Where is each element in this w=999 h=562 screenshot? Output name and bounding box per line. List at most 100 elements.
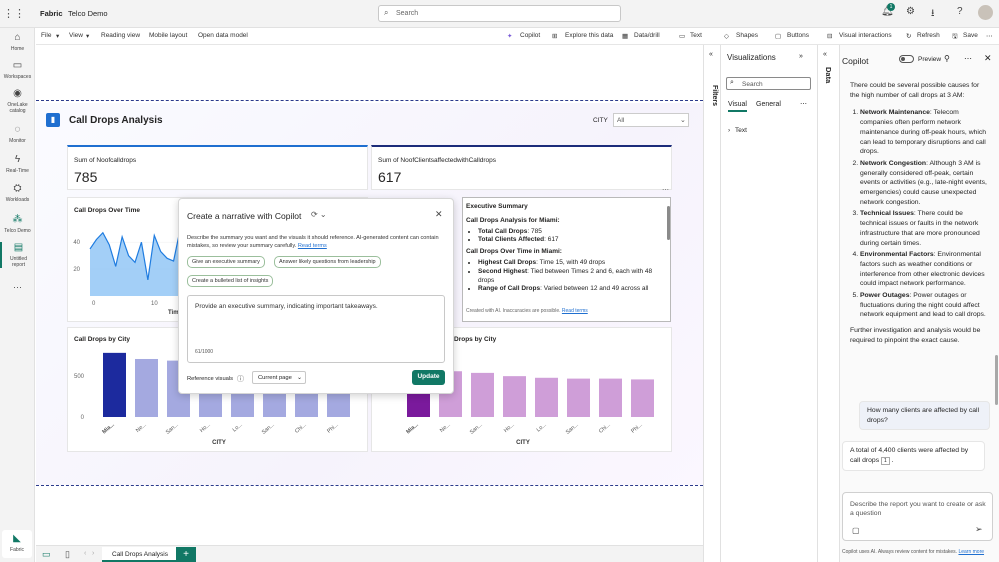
filters-pane-collapsed[interactable]: « Filters xyxy=(703,45,720,562)
suggestion-executive-summary[interactable]: Give an executive summary xyxy=(187,256,265,268)
attach-icon[interactable]: ▢ xyxy=(852,526,860,535)
update-button[interactable]: Update xyxy=(412,370,445,385)
refresh-button[interactable]: Refresh xyxy=(917,32,940,39)
suggestion-leadership-questions[interactable]: Answer likely questions from leadership xyxy=(274,256,381,268)
gear-icon[interactable]: ⚙ xyxy=(906,6,915,17)
rail-telco-demo[interactable]: ⁂ Telco Demo xyxy=(0,214,35,234)
desktop-layout-icon[interactable]: ▭ xyxy=(42,549,51,560)
data-pane-collapsed[interactable]: « Data xyxy=(817,45,839,562)
app-launcher-icon[interactable]: ⋮⋮ xyxy=(3,7,25,20)
rail-home[interactable]: ⌂ Home xyxy=(0,32,35,52)
x-tick-label: Ho... xyxy=(199,422,212,434)
x-tick-label: Chi... xyxy=(294,422,308,435)
next-page-icon[interactable]: › xyxy=(92,550,94,557)
visual-more-icon[interactable]: ⋯ xyxy=(662,186,669,194)
collapse-pane-icon[interactable]: » xyxy=(799,53,803,60)
chevron-down-icon: ⌄ xyxy=(297,375,303,381)
bar xyxy=(567,378,590,417)
view-menu[interactable]: View xyxy=(69,32,83,39)
kpi-card-calldrops[interactable]: Sum of Noofcalldrops 785 xyxy=(67,145,368,190)
copilot-title: Copilot xyxy=(842,56,869,66)
x-tick-label: Phi... xyxy=(630,422,644,435)
visual-interactions-button[interactable]: Visual interactions xyxy=(839,32,892,39)
pin-icon[interactable]: ⚲ xyxy=(944,54,950,63)
shapes-button[interactable]: Shapes xyxy=(736,32,758,39)
mobile-layout-button[interactable]: Mobile layout xyxy=(149,32,187,39)
buttons-button[interactable]: Buttons xyxy=(787,32,809,39)
close-icon[interactable]: ✕ xyxy=(984,53,992,64)
explore-button[interactable]: Explore this data xyxy=(565,32,613,39)
x-tick-label: San... xyxy=(469,422,484,436)
learn-more-link[interactable]: Learn more xyxy=(958,549,984,555)
page-bottom-border xyxy=(36,485,703,486)
data-label: Data xyxy=(824,67,833,84)
tab-call-drops-analysis[interactable]: Call Drops Analysis xyxy=(102,547,176,562)
exec-scrollbar[interactable] xyxy=(667,206,670,240)
info-icon[interactable]: ⓘ xyxy=(237,374,244,384)
exec-footer: Created with AI. Inaccuracies are possib… xyxy=(466,308,588,314)
download-icon[interactable]: ⭳ xyxy=(931,6,935,23)
expand-filters-icon[interactable]: « xyxy=(709,51,713,58)
y-tick-label: 500 xyxy=(74,374,85,380)
response-intro: There could be several possible causes f… xyxy=(850,82,980,99)
exec-read-terms-link[interactable]: Read terms xyxy=(562,308,588,314)
x-tick-label: Ne... xyxy=(439,422,452,434)
fabric-switcher[interactable]: ◣ Fabric xyxy=(2,530,32,558)
tab-general[interactable]: General xyxy=(756,101,781,108)
avatar[interactable] xyxy=(978,5,993,20)
rail-workspaces[interactable]: ▭ Workspaces xyxy=(0,60,35,80)
viz-search-input[interactable]: ⌕ Search xyxy=(726,77,811,90)
page-top-border xyxy=(36,100,703,101)
mobile-layout-icon[interactable]: ▯ xyxy=(65,549,70,560)
more-options-icon[interactable]: ⋯ xyxy=(986,32,993,40)
executive-summary-visual[interactable]: Executive Summary Call Drops Analysis fo… xyxy=(462,197,671,322)
rail-untitled-report[interactable]: ▤ Untitled report xyxy=(0,242,35,268)
copilot-ribbon-button[interactable]: Copilot xyxy=(520,32,540,39)
kpi-card-clients[interactable]: Sum of NoofClientsaffectedwithCalldrops … xyxy=(371,145,672,190)
app-name[interactable]: Fabric xyxy=(40,9,63,18)
save-button[interactable]: Save xyxy=(963,32,978,39)
rail-monitor[interactable]: ◌ Monitor xyxy=(0,124,35,144)
more-options-icon[interactable]: ⋯ xyxy=(964,54,972,63)
line-chart-title: Call Drops Over Time xyxy=(74,207,140,214)
viz-more-icon[interactable]: ⋯ xyxy=(800,100,807,108)
x-axis-label: CITY xyxy=(212,440,226,446)
send-icon[interactable]: ➢ xyxy=(975,524,983,535)
kpi-label: Sum of Noofcalldrops xyxy=(74,157,137,164)
text-section[interactable]: Text xyxy=(735,127,747,134)
x-tick-label: 10 xyxy=(151,301,158,307)
workspace-name[interactable]: Telco Demo xyxy=(68,9,108,18)
copilot-icon[interactable]: ⟳ ⌄ xyxy=(311,210,327,219)
rail-more-icon[interactable]: ··· xyxy=(0,283,35,292)
data-drill-button[interactable]: Data/drill xyxy=(634,32,660,39)
x-axis-label: CITY xyxy=(516,440,530,446)
x-tick-label: Lo... xyxy=(536,422,548,434)
search-box[interactable]: ⌕ Search xyxy=(378,5,621,22)
city-slicer[interactable]: All ⌄ xyxy=(613,113,689,127)
preview-toggle[interactable] xyxy=(899,55,914,63)
report-icon: ▤ xyxy=(13,242,24,253)
workspaces-icon: ▭ xyxy=(12,60,23,71)
read-terms-link[interactable]: Read terms xyxy=(298,243,327,249)
file-menu[interactable]: File xyxy=(41,32,51,39)
rail-onelake[interactable]: ◉ OneLake catalog xyxy=(0,88,35,114)
suggestion-bulleted-insights[interactable]: Create a bulleted list of insights xyxy=(187,275,274,287)
close-icon[interactable]: ✕ xyxy=(435,209,443,220)
help-icon[interactable]: ? xyxy=(957,6,963,17)
copilot-input[interactable]: Describe the report you want to create o… xyxy=(842,492,993,541)
copilot-scrollbar[interactable] xyxy=(995,355,998,405)
rail-workloads[interactable]: ⛭ Workloads xyxy=(0,183,35,203)
prev-page-icon[interactable]: ‹ xyxy=(84,550,86,557)
tab-visual[interactable]: Visual xyxy=(728,101,747,112)
expand-data-icon[interactable]: « xyxy=(823,51,827,58)
y-tick-label: 20 xyxy=(73,267,80,273)
reference-visuals-dropdown[interactable]: Current page ⌄ xyxy=(252,371,306,384)
add-page-button[interactable]: + xyxy=(176,547,196,562)
textbox-icon: ▭ xyxy=(679,33,686,40)
x-tick-label: Lo... xyxy=(232,422,244,434)
open-data-model-button[interactable]: Open data model xyxy=(198,32,248,39)
prompt-input[interactable]: Provide an executive summary, indicating… xyxy=(187,295,445,363)
refresh-icon: ↻ xyxy=(906,33,912,40)
reading-view-button[interactable]: Reading view xyxy=(101,32,140,39)
rail-realtime[interactable]: ϟ Real-Time xyxy=(0,154,35,174)
